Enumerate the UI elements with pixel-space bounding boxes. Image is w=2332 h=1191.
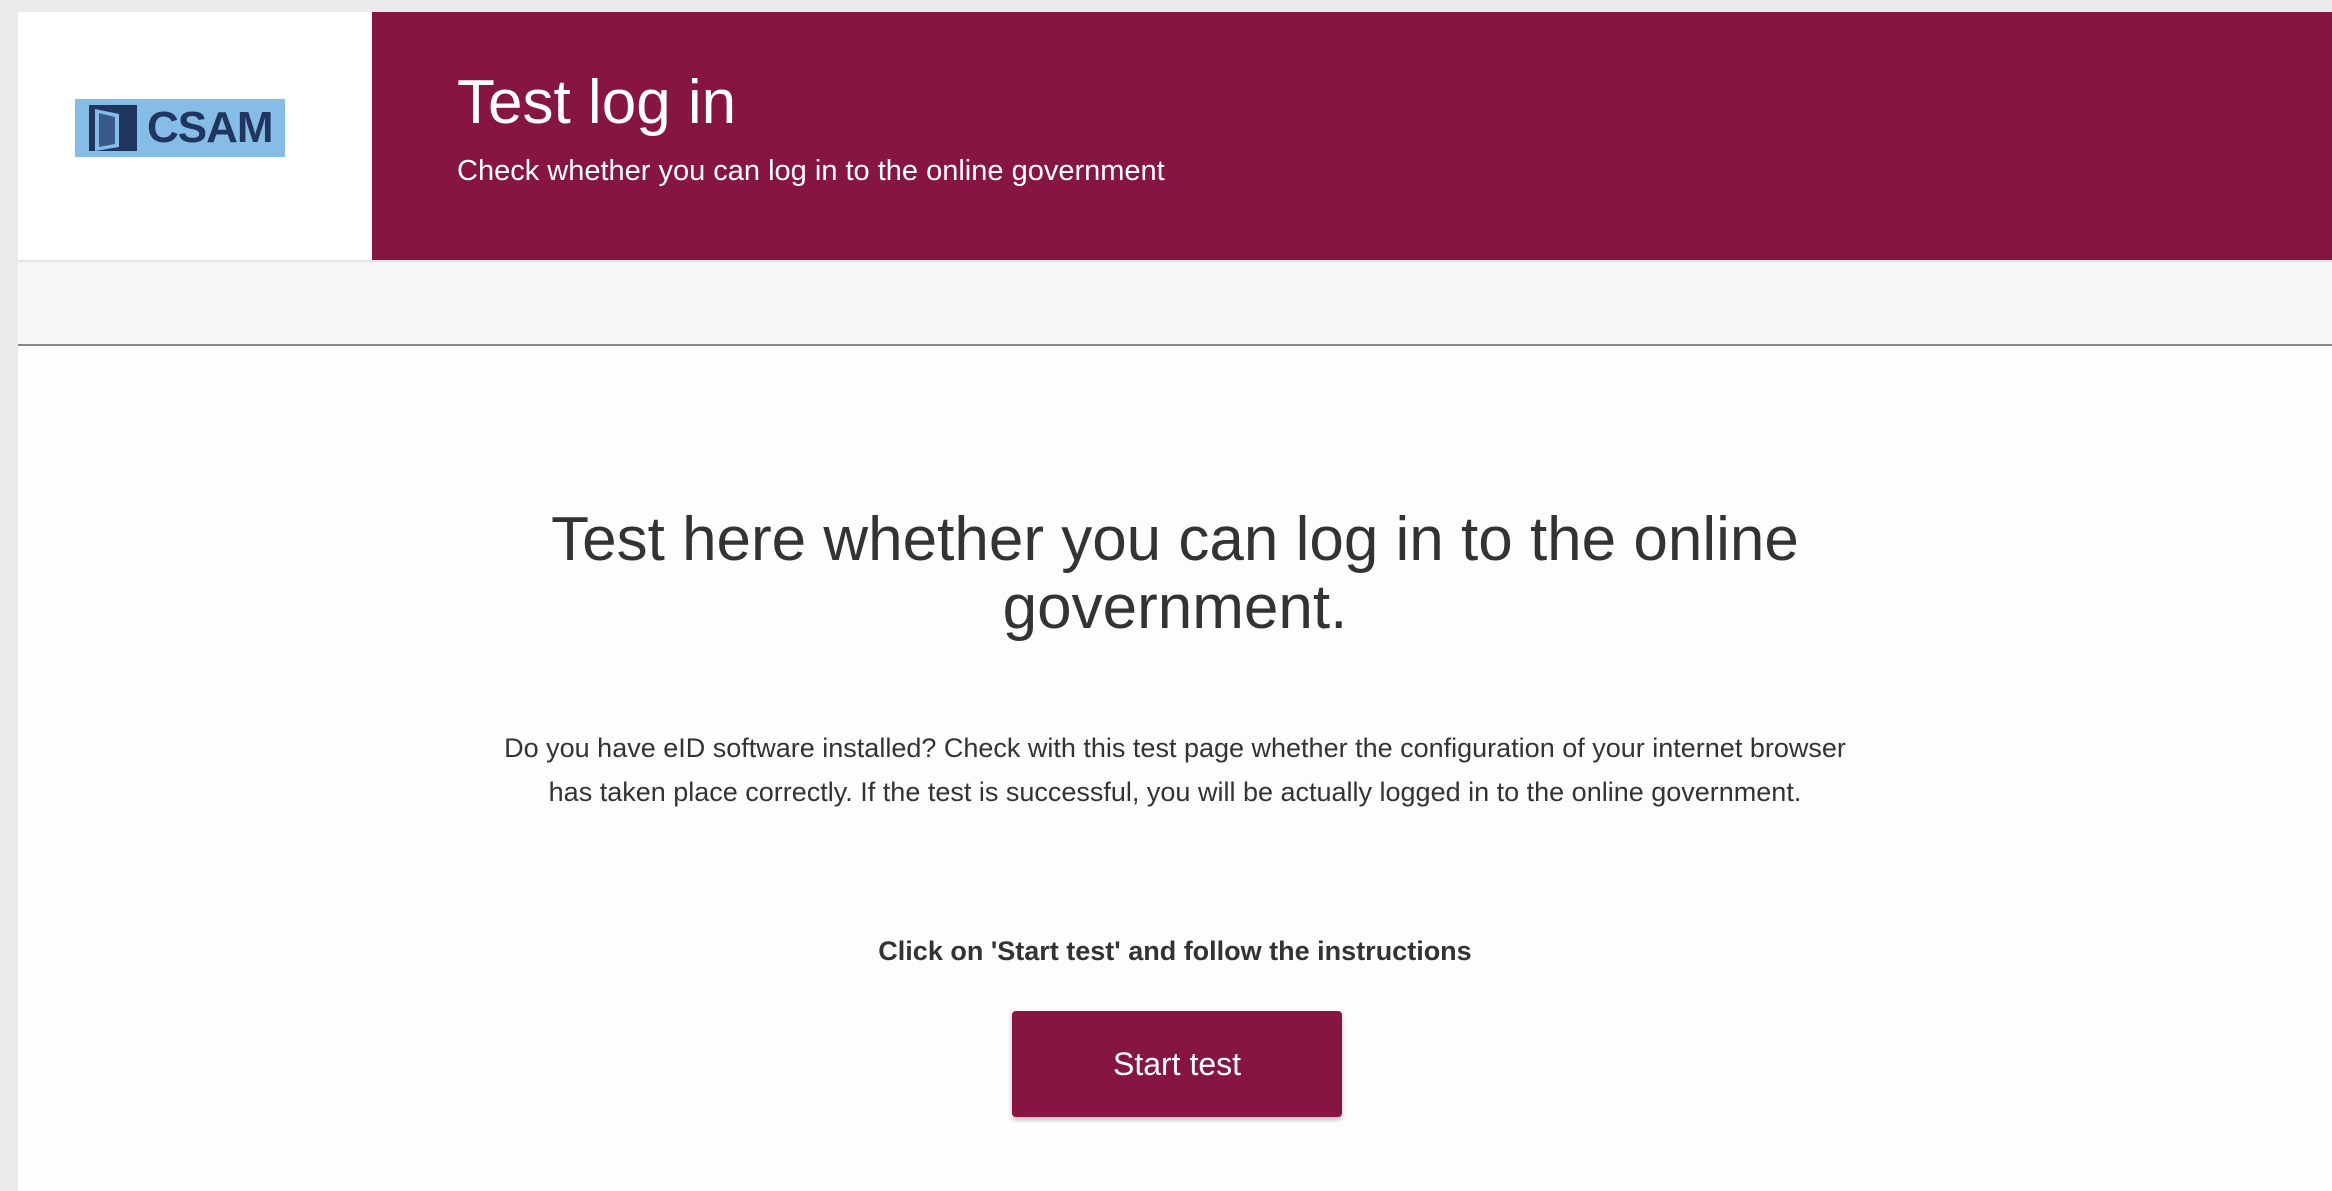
logo-text: CSAM — [147, 103, 274, 152]
csam-logo[interactable]: CSAM — [75, 99, 285, 157]
site-header: CSAM Test log in Check whether you can l… — [18, 12, 2332, 260]
page-subtitle: Check whether you can log in to the onli… — [457, 155, 1165, 187]
logo-container: CSAM — [18, 12, 372, 260]
instruction-text: Click on 'Start test' and follow the ins… — [878, 936, 1472, 966]
description-text: Do you have eID software installed? Chec… — [504, 733, 1846, 807]
door-icon — [89, 105, 137, 151]
navigation-bar — [18, 260, 2332, 346]
main-heading: Test here whether you can log in to the … — [551, 505, 1799, 642]
page-title: Test log in — [457, 68, 737, 137]
start-test-button[interactable]: Start test — [1012, 1011, 1342, 1117]
header-banner: Test log in Check whether you can log in… — [372, 12, 2332, 260]
page: CSAM Test log in Check whether you can l… — [18, 12, 2332, 1191]
